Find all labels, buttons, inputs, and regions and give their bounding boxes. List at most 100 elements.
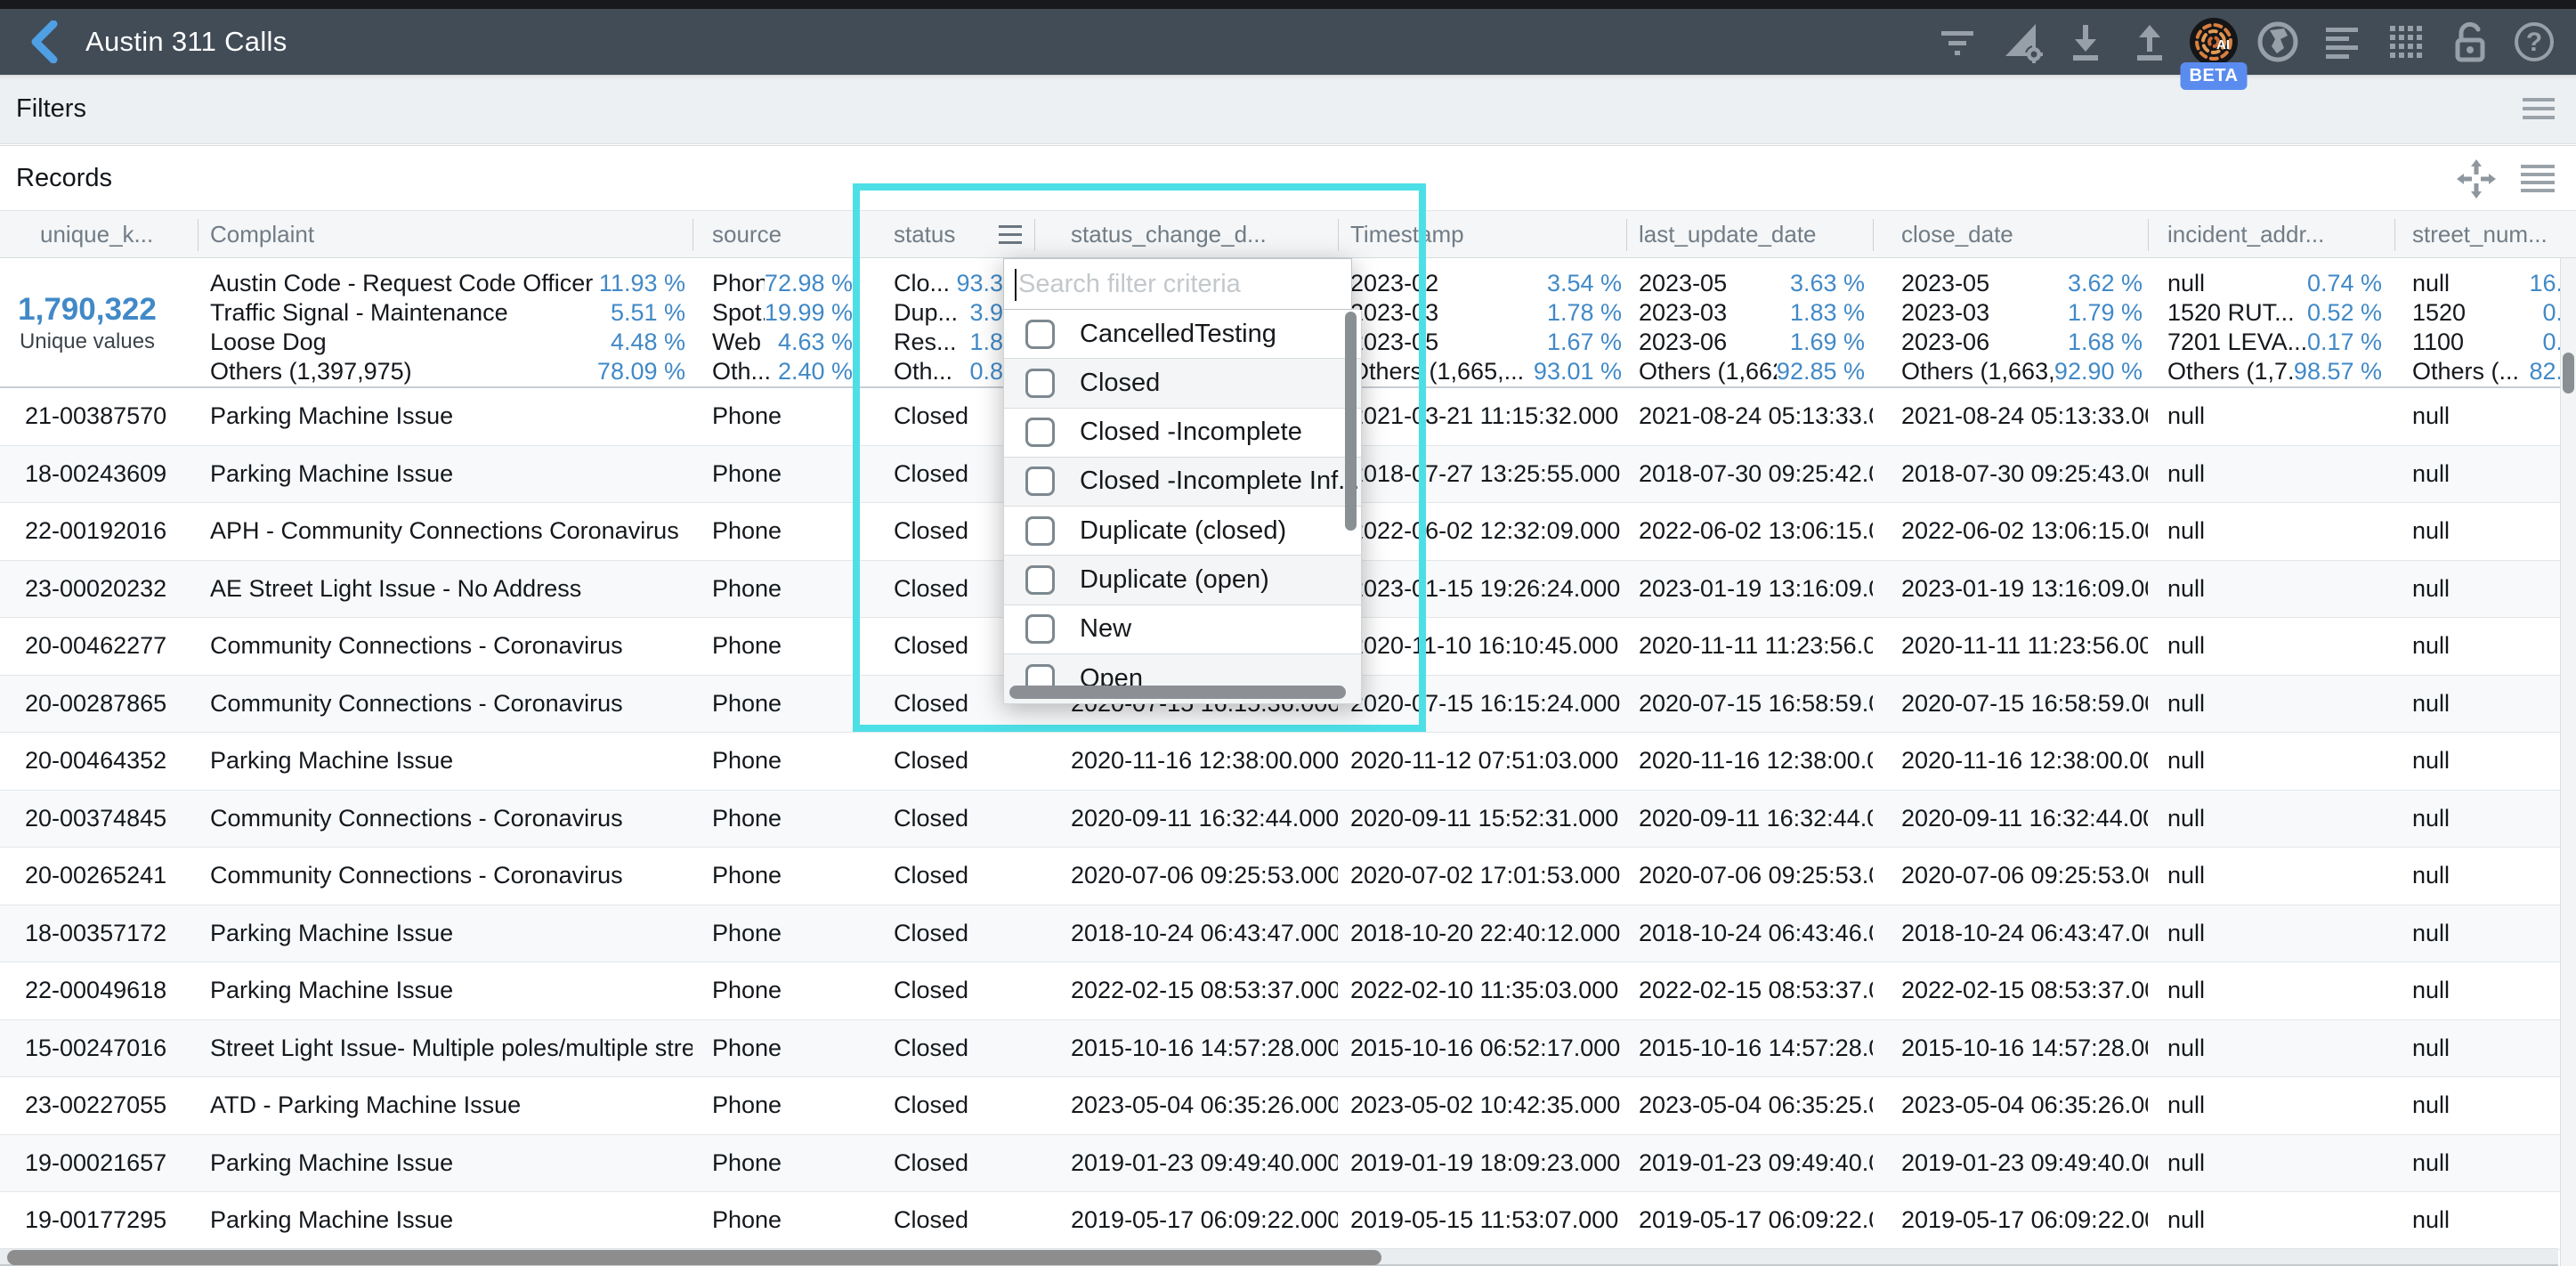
filter-option[interactable]: Duplicate (closed)	[1004, 507, 1361, 556]
lock-button[interactable]	[2444, 16, 2496, 68]
summary-line[interactable]: Others (1,665,...93.01 %	[1350, 358, 1622, 385]
horizontal-scrollbar-thumb[interactable]	[7, 1250, 1381, 1265]
cell-complaint: Parking Machine Issue	[198, 733, 693, 790]
table-row[interactable]: 19-00021657 Parking Machine Issue Phone …	[0, 1135, 2576, 1193]
checkbox-icon[interactable]	[1025, 614, 1055, 644]
summary-line[interactable]: Traffic Signal - Maintenance5.51 %	[210, 299, 685, 326]
summary-line[interactable]: 2023-053.63 %	[1639, 270, 1865, 296]
summary-line[interactable]: 1520 RUT...0.52 %	[2167, 299, 2382, 326]
column-header-timestamp[interactable]: Timestamp	[1338, 211, 1626, 257]
summary-line[interactable]: 11000.3	[2412, 329, 2576, 355]
filter-option[interactable]: Closed -Incomplete	[1004, 409, 1361, 458]
summary-line[interactable]: null0.74 %	[2167, 270, 2382, 296]
status-filter-menu-icon[interactable]	[999, 225, 1022, 244]
summary-line[interactable]: 2023-031.79 %	[1901, 299, 2143, 326]
cell-timestamp: 2020-09-11 15:52:31.000	[1338, 791, 1626, 848]
column-header-street-number[interactable]: street_num...	[2394, 211, 2576, 257]
summary-line[interactable]: Oth...0.8	[894, 358, 1003, 385]
filter-option-label: Closed	[1080, 369, 1187, 398]
grid-view-button[interactable]	[2380, 16, 2432, 68]
column-header-incident-address[interactable]: incident_addr...	[2148, 211, 2394, 257]
checkbox-icon[interactable]	[1025, 369, 1055, 398]
checkbox-icon[interactable]	[1025, 565, 1055, 595]
cell-status: Closed	[856, 791, 1034, 848]
summary-line[interactable]: Others (1,662,...92.85 %	[1639, 358, 1865, 385]
checkbox-icon[interactable]	[1025, 516, 1055, 546]
summary-line[interactable]: Clo...93.3	[894, 270, 1003, 296]
summary-line[interactable]: Dup...3.9	[894, 299, 1003, 326]
summary-line[interactable]: Web4.63 %	[712, 329, 853, 355]
table-row[interactable]: 19-00177295 Parking Machine Issue Phone …	[0, 1192, 2576, 1250]
summary-line[interactable]: Others (1,7...98.57 %	[2167, 358, 2382, 385]
filter-option[interactable]: New	[1004, 605, 1361, 654]
summary-line[interactable]: 2023-023.54 %	[1350, 270, 1622, 296]
filter-option-label: Duplicate (open)	[1080, 565, 1296, 595]
summary-line[interactable]: Res...1.8	[894, 329, 1003, 355]
summary-line[interactable]: 7201 LEVA...0.17 %	[2167, 329, 2382, 355]
checkbox-icon[interactable]	[1025, 320, 1055, 349]
summary-line[interactable]: 2023-061.69 %	[1639, 329, 1865, 355]
chart-settings-button[interactable]	[1996, 16, 2047, 68]
summary-line[interactable]: Austin Code - Request Code Officer11.93 …	[210, 270, 685, 296]
move-icon[interactable]	[2455, 158, 2498, 200]
summary-line[interactable]: 2023-061.68 %	[1901, 329, 2143, 355]
summary-line[interactable]: 15200.5	[2412, 299, 2576, 326]
checkbox-icon[interactable]	[1025, 467, 1055, 496]
checkbox-icon[interactable]	[1025, 418, 1055, 447]
table-row[interactable]: 15-00247016 Street Light Issue- Multiple…	[0, 1020, 2576, 1078]
records-menu-icon[interactable]	[2521, 165, 2555, 193]
table-row[interactable]: 22-00049618 Parking Machine Issue Phone …	[0, 962, 2576, 1020]
cell-source: Phone	[693, 1192, 856, 1249]
summary-line[interactable]: 2023-051.67 %	[1350, 329, 1622, 355]
filter-option[interactable]: CancelledTesting	[1004, 310, 1361, 359]
column-header-unique-key[interactable]: unique_k...	[0, 211, 198, 257]
cell-close-date: 2022-06-02 13:06:15.000	[1873, 503, 2148, 560]
summary-line[interactable]: 2023-031.83 %	[1639, 299, 1865, 326]
dropdown-horizontal-scrollbar[interactable]	[1009, 686, 1346, 699]
column-header-status-change-date[interactable]: status_change_d...	[1034, 211, 1338, 257]
column-header-close-date[interactable]: close_date	[1873, 211, 2148, 257]
cell-source: Phone	[693, 733, 856, 790]
list-view-button[interactable]	[2316, 16, 2368, 68]
filter-option[interactable]: Closed	[1004, 359, 1361, 408]
filter-button[interactable]	[1932, 16, 1983, 68]
summary-line[interactable]: 2023-053.62 %	[1901, 270, 2143, 296]
cell-complaint: Street Light Issue- Multiple poles/multi…	[198, 1020, 693, 1077]
horizontal-scrollbar-track[interactable]	[0, 1248, 2558, 1266]
cell-last-update-date: 2019-05-17 06:09:22.000	[1626, 1192, 1873, 1249]
filter-option[interactable]: Duplicate (open)	[1004, 556, 1361, 605]
summary-line[interactable]: Others (1,397,975)78.09 %	[210, 358, 685, 385]
summary-line[interactable]: null16.4	[2412, 270, 2576, 296]
summary-line[interactable]: 2023-031.78 %	[1350, 299, 1622, 326]
ai-assistant-button[interactable]: AI BETA	[2188, 16, 2240, 68]
upload-button[interactable]	[2124, 16, 2175, 68]
column-header-status[interactable]: status	[856, 211, 1034, 257]
table-row[interactable]: 20-00374845 Community Connections - Coro…	[0, 791, 2576, 848]
column-header-complaint[interactable]: Complaint	[198, 211, 693, 257]
filter-option[interactable]: Closed -Incomplete Inf...	[1004, 458, 1361, 507]
summary-line[interactable]: Oth...2.40 %	[712, 358, 853, 385]
table-row[interactable]: 18-00357172 Parking Machine Issue Phone …	[0, 905, 2576, 963]
summary-line[interactable]: Loose Dog4.48 %	[210, 329, 685, 355]
column-header-source[interactable]: source	[693, 211, 856, 257]
summary-line[interactable]: Phone72.98 %	[712, 270, 853, 296]
filters-menu-icon[interactable]	[2523, 98, 2555, 121]
filter-search-input[interactable]	[1004, 259, 1351, 309]
table-row[interactable]: 20-00464352 Parking Machine Issue Phone …	[0, 733, 2576, 791]
filter-search-box[interactable]	[1003, 258, 1352, 310]
summary-line[interactable]: Others (...82.6	[2412, 358, 2576, 385]
back-button[interactable]	[12, 15, 75, 69]
column-header-last-update-date[interactable]: last_update_date	[1626, 211, 1873, 257]
vertical-scrollbar-track[interactable]	[2560, 258, 2576, 1266]
help-button[interactable]: ?	[2508, 16, 2560, 68]
dropdown-vertical-scrollbar[interactable]	[1345, 312, 1357, 531]
vertical-scrollbar-thumb[interactable]	[2563, 353, 2574, 394]
download-button[interactable]	[2060, 16, 2111, 68]
table-row[interactable]: 20-00265241 Community Connections - Coro…	[0, 848, 2576, 905]
summary-line[interactable]: Spot...19.99 %	[712, 299, 853, 326]
cell-complaint: Parking Machine Issue	[198, 1192, 693, 1249]
cell-unique-key: 19-00177295	[0, 1192, 198, 1249]
summary-line[interactable]: Others (1,663,...92.90 %	[1901, 358, 2143, 385]
publish-button[interactable]	[2252, 16, 2304, 68]
table-row[interactable]: 23-00227055 ATD - Parking Machine Issue …	[0, 1077, 2576, 1135]
